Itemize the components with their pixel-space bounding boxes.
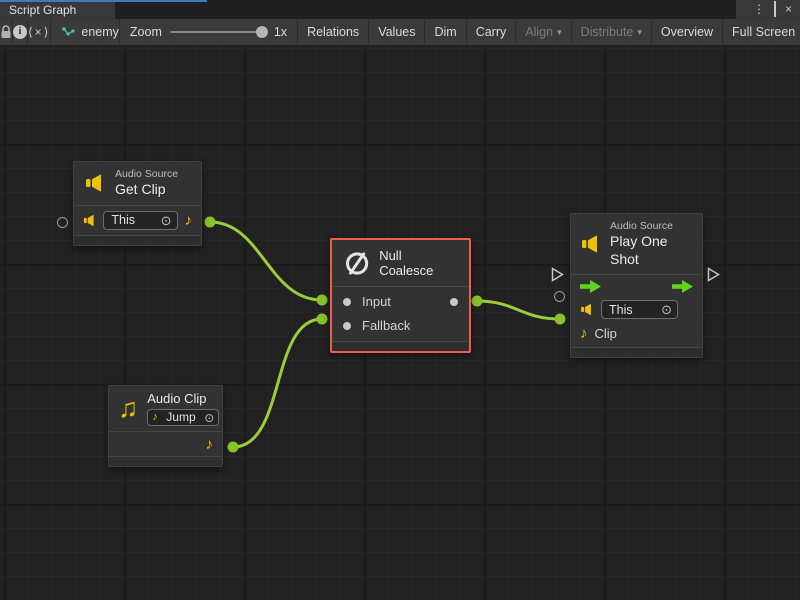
object-picker-icon[interactable]: ⊙ [161,214,172,227]
audio-clip-header: ♫ Audio Clip ♪ Jump ⊙ [109,386,222,432]
input-port[interactable] [343,298,351,306]
zoom-control: Zoom 1x [120,19,298,45]
music-note-icon: ♪ [152,412,158,423]
align-label: Align [525,25,553,39]
get-clip-this-port[interactable] [57,217,68,228]
flow-row [571,275,702,298]
node-title: Audio Clip [147,391,219,407]
lock-button[interactable] [0,19,13,45]
node-footer [571,347,702,357]
code-view-button[interactable]: ⟨×⟩ [28,19,51,45]
this-field[interactable]: This ⊙ [103,211,177,230]
play-flow-out-port[interactable] [707,267,720,282]
play-this-row: This ⊙ [571,298,702,324]
jump-field[interactable]: ♪ Jump ⊙ [147,409,219,426]
relations-button[interactable]: Relations [298,19,369,45]
node-footer [109,456,222,466]
chevron-down-icon: ▾ [637,27,642,38]
audio-source-icon [581,234,601,254]
null-coalesce-header: Null Coalesce [332,240,469,287]
output-port[interactable] [450,298,458,306]
maximize-box [774,1,776,17]
chevron-down-icon: ▾ [557,27,562,38]
maximize-icon[interactable] [774,0,776,19]
this-field[interactable]: This ⊙ [601,300,678,319]
node-null-coalesce[interactable]: Null Coalesce Input Fallback [330,238,471,353]
code-icon: ⟨×⟩ [28,25,50,39]
node-get-clip[interactable]: Audio Source Get Clip This ⊙ ♪ [73,161,202,246]
node-audio-clip[interactable]: ♫ Audio Clip ♪ Jump ⊙ ♪ [108,385,223,467]
script-graph-window: Script Graph ⋮ × i ⟨×⟩ ene [0,0,800,600]
play-one-shot-header: Audio Source Play One Shot [571,214,702,275]
object-picker-icon[interactable]: ⊙ [661,303,672,316]
graph-toolbar: i ⟨×⟩ enemy Zoom 1x Relations Values Dim… [0,19,800,46]
align-button[interactable]: Align ▾ [516,19,571,45]
jump-value: Jump [166,410,195,425]
breadcrumb-graph-name: enemy [81,25,119,39]
fallback-port-row: Fallback [332,314,469,342]
breadcrumb[interactable]: enemy [51,19,120,45]
node-footer [332,341,469,351]
node-title: Get Clip [115,181,178,199]
flow-in-arrow-icon[interactable] [580,280,601,293]
node-title: Null Coalesce [379,248,457,278]
play-flow-in-port[interactable] [551,267,564,282]
node-category: Audio Source [115,168,178,181]
zoom-value: 1x [274,25,287,39]
zoom-slider-handle[interactable] [256,26,268,38]
node-get-clip-header: Audio Source Get Clip [74,162,201,206]
object-picker-icon[interactable]: ⊙ [204,412,214,424]
clip-port-label: Clip [595,326,617,341]
audio-clip-output-icon[interactable]: ♪ [206,437,214,452]
null-coalesce-icon [344,250,370,277]
zoom-label: Zoom [130,25,162,39]
audio-clip-output-row: ♪ [109,432,222,456]
lock-icon [0,25,12,39]
info-button[interactable]: i [13,19,28,45]
fallback-port[interactable] [343,322,351,330]
info-icon: i [13,25,27,39]
audio-source-icon [84,173,106,193]
overview-button[interactable]: Overview [652,19,723,45]
play-clip-row: ♪ Clip [571,324,702,347]
this-value: This [111,213,135,227]
distribute-label: Distribute [581,25,634,39]
zoom-slider[interactable] [170,31,266,33]
carry-button[interactable]: Carry [467,19,517,45]
audio-clip-icon: ♫ [118,395,138,422]
menu-icon[interactable]: ⋮ [753,0,765,19]
tab-script-graph[interactable]: Script Graph [0,2,115,19]
get-clip-port-row: This ⊙ ♪ [74,206,201,235]
play-this-port[interactable] [554,291,565,302]
close-icon[interactable]: × [785,0,792,19]
node-category: Audio Source [610,220,692,233]
full-screen-button[interactable]: Full Screen [723,19,800,45]
graph-icon [61,26,75,39]
tab-bar: Script Graph ⋮ × [0,0,800,19]
flow-out-arrow-icon[interactable] [672,280,693,293]
window-controls: ⋮ × [736,0,800,19]
audio-source-icon [83,214,96,227]
dim-button[interactable]: Dim [425,19,466,45]
distribute-button[interactable]: Distribute ▾ [572,19,652,45]
audio-source-icon [580,303,594,316]
fallback-port-label: Fallback [362,318,410,333]
node-play-one-shot[interactable]: Audio Source Play One Shot This ⊙ [570,213,703,358]
audio-clip-output-icon[interactable]: ♪ [185,213,193,228]
audio-clip-input-icon: ♪ [580,326,588,341]
node-title: Play One Shot [610,233,692,268]
this-value: This [609,303,633,317]
input-port-row: Input [332,287,469,314]
input-port-label: Input [362,294,391,309]
node-footer [74,235,201,245]
values-button[interactable]: Values [369,19,425,45]
